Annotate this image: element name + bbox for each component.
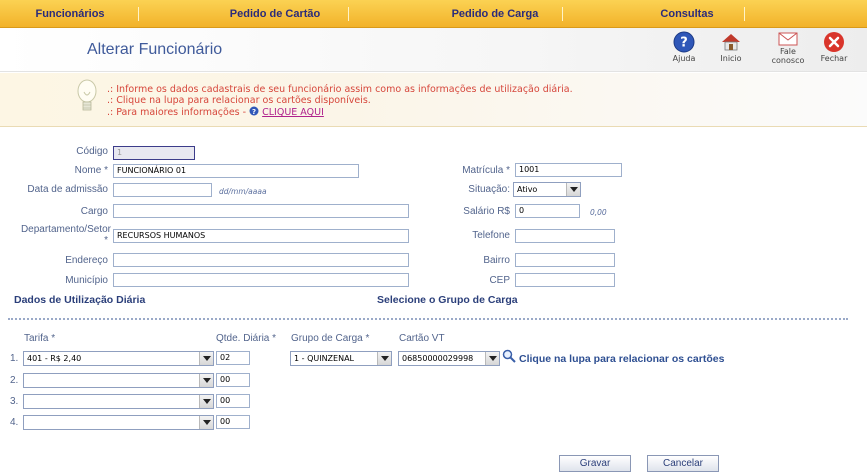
lightbulb-icon [77,79,97,111]
codigo-input[interactable]: 1 [113,146,195,160]
municipio-label: Município [65,275,108,286]
svg-text:?: ? [680,36,688,51]
info-line-2: .: Clique na lupa para relacionar os car… [107,95,371,106]
nav-pedido-carga[interactable]: Pedido de Carga [440,0,550,28]
matricula-label: Matrícula * [462,165,510,176]
home-icon [722,34,740,51]
departamento-input[interactable]: RECURSOS HUMANOS [113,229,409,243]
top-navigation: Funcionários Pedido de Cartão Pedido de … [0,0,867,28]
svg-text:?: ? [252,108,256,116]
cep-input[interactable] [515,273,615,287]
departamento-required-mark: * [104,235,108,246]
envelope-icon [778,32,798,46]
tarifa-select-4[interactable] [23,415,214,430]
tarifa-select-3[interactable] [23,394,214,409]
codigo-label: Código [76,146,108,157]
close-icon [824,32,844,52]
help-label: Ajuda [672,54,696,63]
row-number: 2. [10,375,19,386]
tarifa-header: Tarifa * [24,333,56,344]
data-admissao-input[interactable] [113,183,212,197]
bairro-input[interactable] [515,253,615,267]
situacao-label: Situação: [468,184,510,195]
cep-label: CEP [489,275,510,286]
question-icon: ? [249,106,259,116]
tarifa-value-1: 401 - R$ 2,40 [27,354,82,363]
chevron-down-icon [566,183,580,196]
cargo-input[interactable] [113,204,409,218]
grupo-carga-section-title: Selecione o Grupo de Carga [377,294,518,306]
help-icon: ? [673,31,695,53]
situacao-select[interactable]: Ativo [513,182,581,197]
nav-separator [138,7,139,21]
row-number: 3. [10,396,19,407]
chevron-down-icon [199,352,213,365]
info-line-3: .: Para maiores informações - ? CLIQUE A… [107,106,324,118]
date-format-hint: dd/mm/aaaa [219,187,267,196]
nav-pedido-cartao[interactable]: Pedido de Cartão [220,0,330,28]
nav-funcionarios[interactable]: Funcionários [20,0,120,28]
contact-label-2: conosco [771,56,805,65]
page-header: Alterar Funcionário ? Ajuda Inicio Fale … [0,28,867,72]
section-divider [8,318,848,320]
page-title: Alterar Funcionário [87,41,223,58]
situacao-value: Ativo [517,185,538,194]
row-number: 1. [10,353,19,364]
chevron-down-icon [485,352,499,365]
lupa-instruction: Clique na lupa para relacionar os cartõe… [519,353,725,365]
qtde-header: Qtde. Diária * [216,333,277,344]
endereco-input[interactable] [113,253,409,267]
contact-button[interactable]: Fale conosco [768,31,808,69]
chevron-down-icon [377,352,391,365]
municipio-input[interactable] [113,273,409,287]
tarifa-select-1[interactable]: 401 - R$ 2,40 [23,351,214,366]
qtde-input-1[interactable]: 02 [216,351,250,365]
chevron-down-icon [199,416,213,429]
cancel-button[interactable]: Cancelar [647,455,719,472]
qtde-input-4[interactable]: 00 [216,415,250,429]
nav-separator [744,7,745,21]
grupo-header: Grupo de Carga * [291,333,370,344]
nome-input[interactable]: FUNCIONÁRIO 01 [113,164,359,178]
bairro-label: Bairro [483,255,510,266]
info-line-3-text: .: Para maiores informações - [107,107,247,118]
info-line-1: .: Informe os dados cadastrais de seu fu… [107,84,573,95]
help-button[interactable]: ? Ajuda [664,31,704,69]
home-label: Inicio [720,54,742,63]
cartao-header: Cartão VT [399,333,445,344]
salario-display: 0,00 [590,208,607,217]
nav-separator [562,7,563,21]
grupo-carga-value: 1 - QUINZENAL [294,354,355,363]
data-admissao-label: Data de admissão [27,184,108,195]
telefone-input[interactable] [515,229,615,243]
magnifier-icon[interactable] [502,349,516,363]
salario-input[interactable]: 0 [515,204,580,218]
info-more-link[interactable]: CLIQUE AQUI [262,107,324,118]
cartao-vt-select[interactable]: 06850000029998 [398,351,500,366]
home-button[interactable]: Inicio [711,31,751,69]
contact-label-1: Fale [780,47,796,56]
endereco-label: Endereço [65,255,108,266]
qtde-input-2[interactable]: 00 [216,373,250,387]
nav-separator [348,7,349,21]
nav-consultas[interactable]: Consultas [652,0,722,28]
telefone-label: Telefone [472,230,510,241]
chevron-down-icon [199,395,213,408]
save-button[interactable]: Gravar [559,455,631,472]
utilizacao-section-title: Dados de Utilização Diária [14,294,146,306]
tarifa-select-2[interactable] [23,373,214,388]
grupo-carga-select[interactable]: 1 - QUINZENAL [290,351,392,366]
close-button[interactable]: Fechar [814,31,854,69]
nome-label: Nome * [74,165,108,176]
qtde-input-3[interactable]: 00 [216,394,250,408]
chevron-down-icon [199,374,213,387]
cartao-vt-value: 06850000029998 [402,354,474,363]
close-label: Fechar [820,54,848,63]
matricula-input[interactable]: 1001 [515,163,622,177]
row-number: 4. [10,417,19,428]
departamento-label: Departamento/Setor [20,224,111,235]
cargo-label: Cargo [80,206,108,217]
salario-label: Salário R$ [463,206,510,217]
